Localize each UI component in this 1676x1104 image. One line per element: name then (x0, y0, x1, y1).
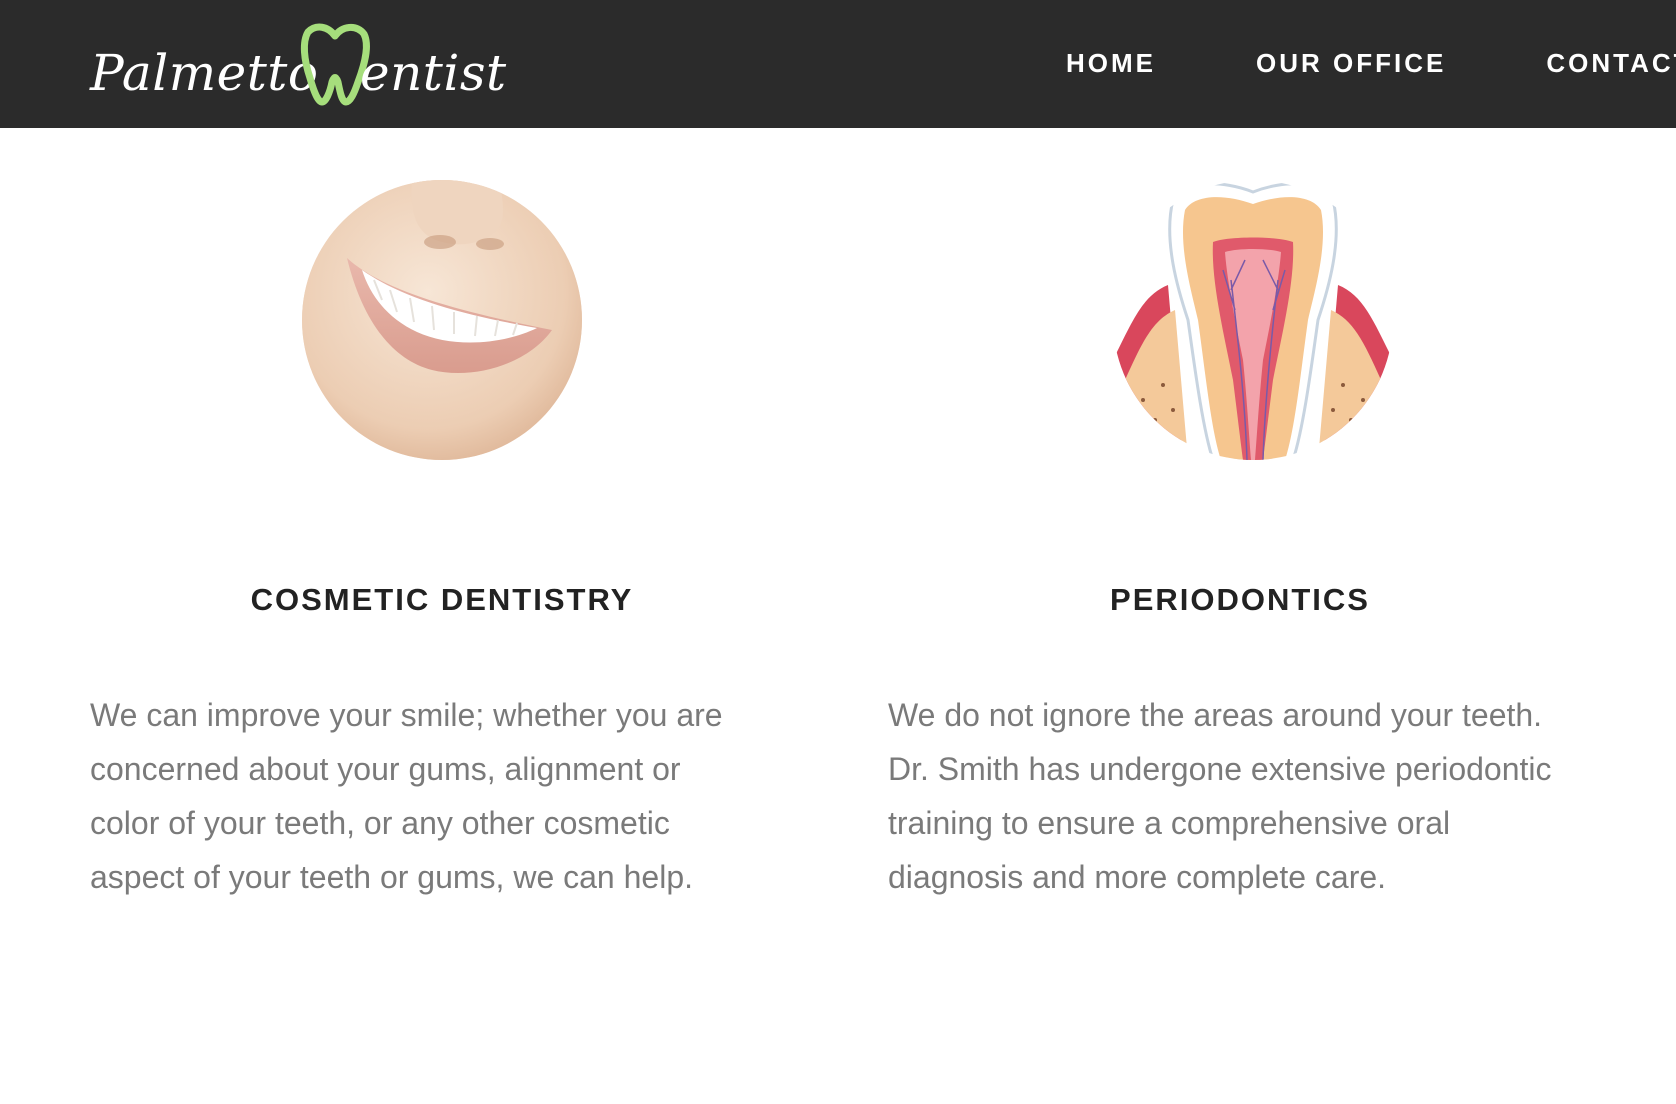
tooth-cross-section-image (1113, 180, 1393, 460)
nav-item-home[interactable]: HOME (1066, 48, 1156, 79)
service-title: COSMETIC DENTISTRY (250, 581, 634, 617)
description-line: concerned about your gums, alignment or (90, 751, 681, 787)
nav-item-our-office[interactable]: OUR OFFICE (1256, 48, 1446, 79)
description-line: We can improve your smile; whether you a… (90, 697, 723, 733)
description-line: training to ensure a comprehensive oral (888, 805, 1451, 841)
description-line: We do not ignore the areas around your t… (888, 697, 1543, 733)
description-line: Dr. Smith has undergone extensive period… (888, 751, 1552, 787)
site-header: Palmetto entist HOME OUR OFFICE CONTACT (0, 0, 1676, 128)
description-line: diagnosis and more complete care. (888, 859, 1387, 895)
logo-text-entist: entist (360, 44, 507, 102)
smile-image (302, 180, 582, 460)
description-line: color of your teeth, or any other cosmet… (90, 805, 670, 841)
service-title: PERIODONTICS (1110, 581, 1370, 617)
main-nav: HOME OUR OFFICE CONTACT (1066, 48, 1676, 79)
description-line: aspect of your teeth or gums, we can hel… (90, 859, 693, 895)
nav-item-contact[interactable]: CONTACT (1546, 48, 1676, 79)
service-description: We do not ignore the areas around your t… (888, 688, 1588, 904)
logo-text-palmetto: Palmetto (90, 44, 319, 102)
site-logo[interactable]: Palmetto entist (90, 18, 510, 110)
service-description: We can improve your smile; whether you a… (90, 688, 790, 904)
